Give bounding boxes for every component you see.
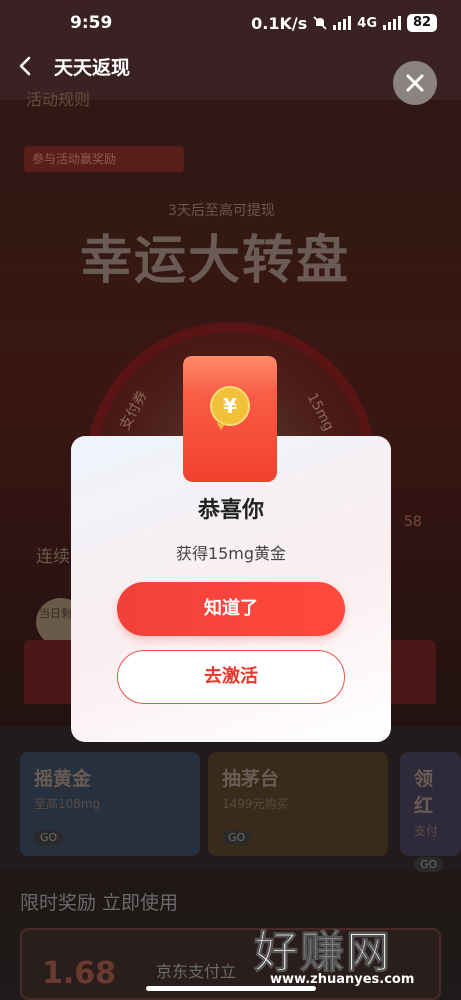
page-header: 天天返现 xyxy=(0,46,461,86)
dialog-title: 恭喜你 xyxy=(197,498,264,523)
side-number: 58 xyxy=(404,514,422,530)
net-speed: 0.1K/s xyxy=(251,13,308,33)
activate-button[interactable]: 去激活 xyxy=(117,650,345,704)
streak-label: 连续 xyxy=(36,547,70,567)
card-title: 抽茅台 xyxy=(222,768,280,790)
card-title: 领红 xyxy=(414,768,434,817)
watermark-logo: 好赚网 xyxy=(254,927,392,979)
coupon-text: 京东支付立 xyxy=(156,962,237,981)
coupon-amount: 1.68 xyxy=(42,956,117,991)
signal-icon xyxy=(333,16,352,30)
task-card-hongbao: 领红 支付 GO xyxy=(400,752,461,872)
promo-ribbon: 参与活动赢奖励 xyxy=(24,146,184,172)
card-title: 摇黄金 xyxy=(34,768,92,790)
go-button: GO xyxy=(34,830,64,845)
card-subtitle: 1499元购买 xyxy=(222,797,289,811)
close-icon xyxy=(406,74,424,92)
dialog-description: 获得15mg黄金 xyxy=(175,544,287,563)
signal-icon xyxy=(383,16,401,30)
card-subtitle: 支付 xyxy=(414,824,439,838)
mute-icon xyxy=(313,16,327,30)
home-indicator[interactable] xyxy=(146,986,316,991)
network-type: 4G xyxy=(357,15,377,31)
task-card-gold: 摇黄金 至高108mg GO xyxy=(20,752,200,856)
got-it-button[interactable]: 知道了 xyxy=(117,582,345,636)
limited-reward-title: 限时奖励 立即使用 xyxy=(20,892,179,914)
task-card-maotai: 抽茅台 1499元购买 GO xyxy=(208,752,388,856)
status-bar: 9:59 0.1K/s 4G 82 xyxy=(0,0,461,46)
back-arrow-icon[interactable] xyxy=(14,54,38,78)
page-title: 天天返现 xyxy=(54,56,131,79)
red-packet-icon: ¥ xyxy=(183,356,277,482)
close-button[interactable] xyxy=(393,61,437,105)
wheel-title: 幸运大转盘 xyxy=(80,231,351,291)
battery-icon: 82 xyxy=(407,14,437,32)
watermark-url: www.zhuanyes.com xyxy=(270,972,415,987)
go-button: GO xyxy=(222,830,252,845)
status-indicators: 0.1K/s 4G 82 xyxy=(251,14,437,33)
go-button: GO xyxy=(414,857,444,872)
card-subtitle: 至高108mg xyxy=(34,797,101,811)
coin-symbol: ¥ xyxy=(223,394,237,418)
wheel-subtitle: 3天后至高可提现 xyxy=(168,203,275,219)
status-time: 9:59 xyxy=(70,13,113,33)
rules-link: 活动规则 xyxy=(26,90,91,109)
